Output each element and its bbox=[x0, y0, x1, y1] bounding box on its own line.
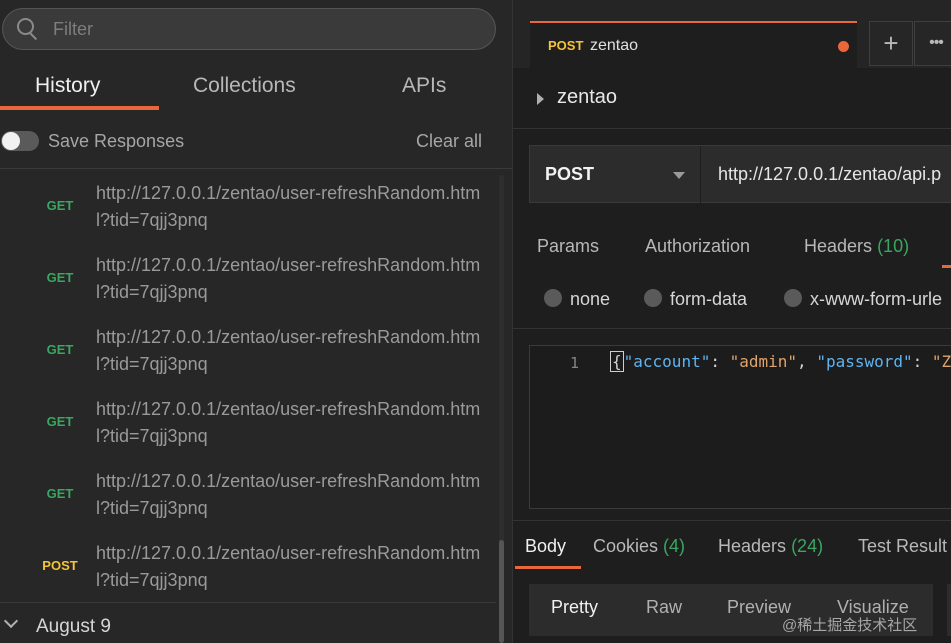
scrollbar-thumb[interactable] bbox=[499, 540, 504, 643]
request-tab-method: POST bbox=[548, 38, 584, 53]
tab-authorization[interactable]: Authorization bbox=[645, 236, 750, 257]
history-item[interactable]: GET http://127.0.0.1/zentao/user-refresh… bbox=[0, 170, 500, 242]
radio-form-data[interactable] bbox=[644, 289, 662, 307]
method-badge: GET bbox=[46, 486, 74, 501]
history-url: http://127.0.0.1/zentao/user-refreshRand… bbox=[96, 183, 481, 230]
tab-body[interactable]: Body bbox=[525, 536, 566, 557]
history-url: http://127.0.0.1/zentao/user-refreshRand… bbox=[96, 399, 481, 446]
unsaved-dot-icon bbox=[838, 41, 849, 52]
history-item[interactable]: GET http://127.0.0.1/zentao/user-refresh… bbox=[0, 242, 500, 314]
tab-history[interactable]: History bbox=[35, 74, 100, 98]
body-editor[interactable]: 1 {"account": "admin", "password": "Z bbox=[529, 345, 951, 509]
divider bbox=[0, 602, 496, 603]
divider bbox=[513, 128, 951, 129]
url-input[interactable]: http://127.0.0.1/zentao/api.p bbox=[718, 164, 941, 185]
clear-all-button[interactable]: Clear all bbox=[416, 131, 482, 152]
history-item[interactable]: GET http://127.0.0.1/zentao/user-refresh… bbox=[0, 386, 500, 458]
plus-icon[interactable]: + bbox=[869, 21, 913, 66]
tab-response-headers[interactable]: Headers (24) bbox=[718, 536, 823, 557]
tab-headers[interactable]: Headers (10) bbox=[804, 236, 909, 257]
watermark: @稀土掘金技术社区 bbox=[782, 617, 918, 634]
history-list: GET http://127.0.0.1/zentao/user-refresh… bbox=[0, 170, 500, 602]
request-tabs: Params Authorization Headers (10) bbox=[513, 230, 951, 270]
sidebar: History Collections APIs Save Responses … bbox=[0, 0, 512, 643]
line-number: 1 bbox=[570, 354, 580, 372]
active-tab-indicator bbox=[515, 566, 581, 569]
date-group-header[interactable]: August 9 bbox=[0, 610, 496, 640]
filter-box[interactable] bbox=[2, 8, 496, 50]
save-responses-label: Save Responses bbox=[48, 131, 185, 151]
tab-cookies[interactable]: Cookies (4) bbox=[593, 536, 685, 557]
history-item[interactable]: POST http://127.0.0.1/zentao/user-refres… bbox=[0, 530, 500, 602]
tab-apis[interactable]: APIs bbox=[402, 74, 446, 98]
radio-none-label[interactable]: none bbox=[570, 289, 610, 310]
tab-params[interactable]: Params bbox=[537, 236, 599, 257]
save-responses-toggle[interactable] bbox=[1, 131, 39, 151]
view-pretty[interactable]: Pretty bbox=[551, 597, 598, 618]
history-item[interactable]: GET http://127.0.0.1/zentao/user-refresh… bbox=[0, 314, 500, 386]
method-badge: GET bbox=[46, 270, 74, 285]
radio-form-data-label[interactable]: form-data bbox=[670, 289, 747, 310]
request-tab[interactable]: POST zentao bbox=[530, 21, 857, 68]
divider bbox=[513, 328, 951, 329]
tab-headers-label: Headers bbox=[804, 236, 873, 256]
tab-test-results[interactable]: Test Result bbox=[858, 536, 947, 557]
history-url: http://127.0.0.1/zentao/user-refreshRand… bbox=[96, 471, 481, 518]
radio-none[interactable] bbox=[544, 289, 562, 307]
history-url: http://127.0.0.1/zentao/user-refreshRand… bbox=[96, 327, 481, 374]
caret-right-icon bbox=[537, 93, 544, 105]
tab-collections[interactable]: Collections bbox=[193, 74, 296, 98]
history-url: http://127.0.0.1/zentao/user-refreshRand… bbox=[96, 543, 481, 590]
chevron-down-icon[interactable] bbox=[673, 172, 685, 179]
radio-urlencoded[interactable] bbox=[784, 289, 802, 307]
divider bbox=[700, 146, 701, 204]
method-badge: GET bbox=[46, 414, 74, 429]
more-icon[interactable]: ••• bbox=[914, 21, 951, 66]
request-title-text: zentao bbox=[557, 86, 618, 108]
search-icon bbox=[15, 16, 41, 42]
history-url: http://127.0.0.1/zentao/user-refreshRand… bbox=[96, 255, 481, 302]
view-mode-extra[interactable] bbox=[947, 584, 951, 636]
body-type-options: none form-data x-www-form-urle bbox=[513, 284, 951, 314]
date-group-label: August 9 bbox=[36, 616, 111, 637]
request-panel: POST zentao + ••• zentao POST http://127… bbox=[512, 0, 951, 643]
request-tab-bar: POST zentao + ••• bbox=[513, 0, 951, 68]
divider bbox=[513, 520, 951, 521]
save-responses-row: Save Responses Clear all bbox=[0, 120, 512, 160]
method-select[interactable]: POST bbox=[545, 164, 594, 185]
url-bar: POST http://127.0.0.1/zentao/api.p bbox=[529, 145, 951, 204]
filter-input[interactable] bbox=[53, 18, 453, 40]
method-badge: GET bbox=[46, 198, 74, 213]
request-tab-name: zentao bbox=[590, 37, 639, 54]
active-tab-indicator bbox=[942, 265, 951, 268]
method-badge: POST bbox=[42, 558, 78, 573]
code-line: {"account": "admin", "password": "Z bbox=[610, 351, 951, 372]
response-tabs: Body Cookies (4) Headers (24) Test Resul… bbox=[513, 532, 951, 572]
history-item[interactable]: GET http://127.0.0.1/zentao/user-refresh… bbox=[0, 458, 500, 530]
chevron-down-icon bbox=[3, 613, 19, 629]
method-badge: GET bbox=[46, 342, 74, 357]
sidebar-tabs: History Collections APIs bbox=[0, 66, 512, 112]
divider bbox=[0, 168, 512, 169]
headers-count: (10) bbox=[877, 236, 910, 256]
radio-urlencoded-label[interactable]: x-www-form-urle bbox=[810, 289, 942, 310]
view-raw[interactable]: Raw bbox=[646, 597, 682, 618]
active-tab-indicator bbox=[0, 106, 159, 110]
